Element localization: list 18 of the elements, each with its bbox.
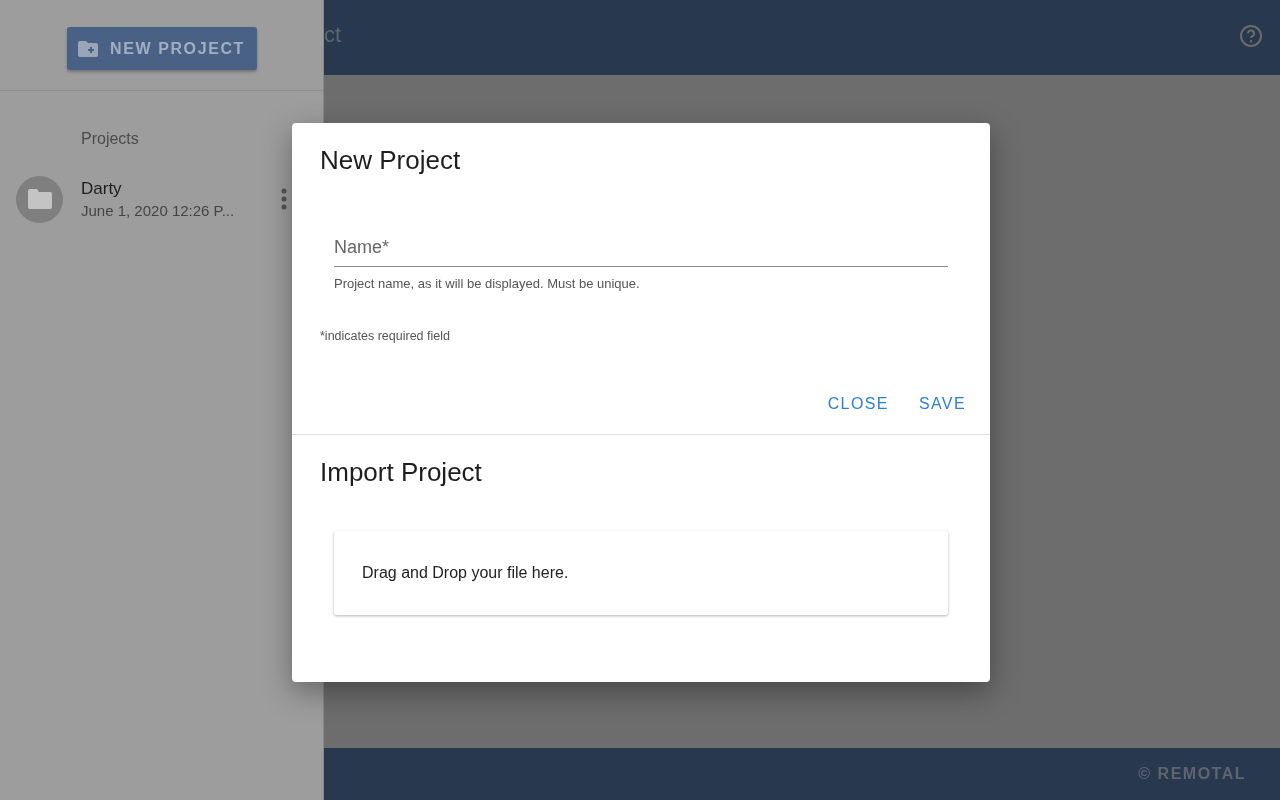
more-icon[interactable] [281,188,287,210]
dialog-button[interactable]: SAVE [908,387,976,421]
section-title: Projects [81,130,140,148]
dialog-title: New Project [320,145,462,176]
required-note: *indicates required field [320,329,451,343]
project-item[interactable]: Darty June 1, 2020 12:26 P... [0,174,323,224]
field-hint: Project name, as it will be displayed. Must be unique. [334,276,641,291]
copyright-text: © REMOTAL [1138,765,1246,783]
drop-zone[interactable]: Drag and Drop your file here. [334,531,948,615]
project-name: Darty [81,179,123,199]
new-project-button[interactable]: NEW PROJECT [66,27,257,70]
folder-icon [16,175,63,223]
import-title: Import Project [320,457,483,488]
help-icon[interactable] [1239,23,1263,48]
folder-plus-icon [78,40,98,57]
dialog-button[interactable]: CLOSE [817,387,899,421]
project-date: June 1, 2020 12:26 P... [81,202,236,219]
drop-zone-text: Drag and Drop your file here. [362,564,569,582]
